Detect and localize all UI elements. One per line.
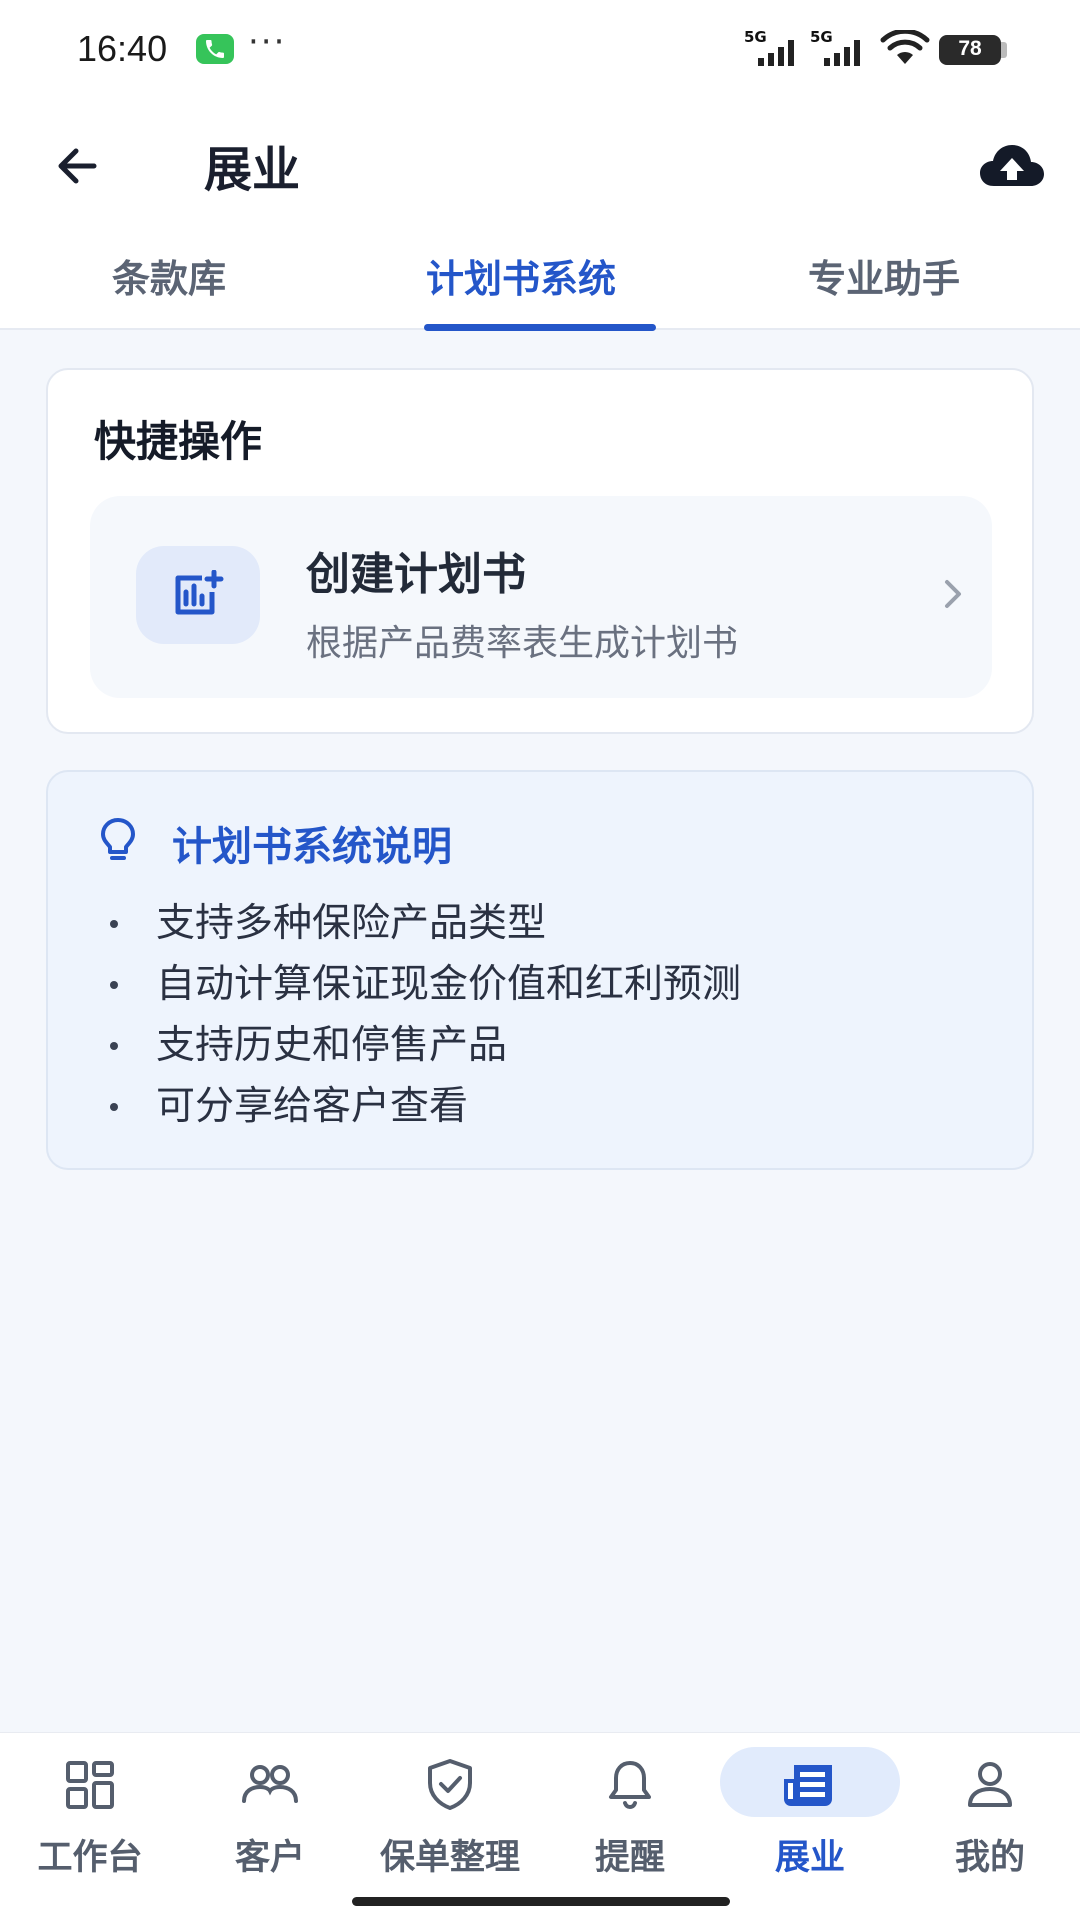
newspaper-icon [784, 1765, 832, 1806]
cloud-upload-icon[interactable] [978, 136, 1046, 196]
tab-bar: 条款库 计划书系统 专业助手 [0, 230, 1080, 331]
nav-label: 客户 [234, 1838, 305, 1878]
battery-level: 78 [958, 37, 982, 60]
battery-tip [1001, 42, 1007, 58]
info-list-item: 支持多种保险产品类型 [106, 900, 741, 961]
create-proposal-subtitle: 根据产品费率表生成计划书 [306, 623, 739, 664]
battery-icon: 78 [939, 35, 1001, 65]
proposal-system-info-card: 计划书系统说明 支持多种保险产品类型 自动计算保证现金价值和红利预测 支持历史和… [46, 770, 1034, 1170]
bell-icon [609, 1761, 651, 1810]
bottom-navigation: 工作台 客户 保单整理 提醒 展业 我的 [0, 1732, 1080, 1920]
wifi-icon [880, 30, 930, 64]
status-more-dots: ··· [248, 22, 287, 62]
create-proposal-button[interactable]: 创建计划书 根据产品费率表生成计划书 [90, 496, 992, 698]
nav-item-mine[interactable]: 我的 [900, 1733, 1080, 1893]
nav-item-customers[interactable]: 客户 [180, 1733, 360, 1893]
dashboard-icon [66, 1761, 114, 1809]
screen: 16:40 ··· 5G 5G 78 展业 条款库 计划书系统 专业助手 快捷操… [0, 0, 1080, 1920]
nav-item-reminders[interactable]: 提醒 [540, 1733, 720, 1893]
lightbulb-icon [101, 818, 135, 860]
tab-proposal-system[interactable]: 计划书系统 [426, 248, 616, 303]
shield-check-icon [428, 1759, 472, 1810]
nav-label: 提醒 [594, 1838, 665, 1878]
nav-label: 工作台 [37, 1838, 143, 1878]
status-time: 16:40 [77, 28, 168, 69]
chevron-right-icon [945, 580, 961, 608]
page-title: 展业 [204, 142, 301, 198]
phone-call-icon [196, 34, 234, 64]
nav-label: 我的 [954, 1838, 1025, 1878]
tab-clause-library[interactable]: 条款库 [112, 248, 226, 303]
nav-label: 保单整理 [379, 1838, 520, 1878]
nav-item-workbench[interactable]: 工作台 [0, 1733, 180, 1893]
nav-item-business[interactable]: 展业 [720, 1733, 900, 1893]
app-header: 展业 条款库 计划书系统 专业助手 [0, 100, 1080, 331]
quick-actions-title: 快捷操作 [94, 417, 263, 466]
add-chart-icon [136, 546, 260, 644]
person-icon [968, 1762, 1012, 1807]
nav-label: 展业 [774, 1838, 845, 1878]
home-indicator[interactable] [352, 1897, 730, 1906]
info-list-item: 可分享给客户查看 [106, 1083, 741, 1144]
status-bar: 16:40 ··· 5G 5G 78 [0, 0, 1080, 100]
nav-item-policy-organize[interactable]: 保单整理 [360, 1733, 540, 1893]
users-icon [242, 1765, 298, 1803]
create-proposal-title: 创建计划书 [306, 549, 526, 600]
tab-professional-assistant[interactable]: 专业助手 [808, 248, 960, 303]
info-list: 支持多种保险产品类型 自动计算保证现金价值和红利预测 支持历史和停售产品 可分享… [106, 900, 741, 1144]
active-tab-indicator [424, 324, 656, 331]
arrow-left-icon[interactable] [48, 136, 108, 196]
quick-actions-card: 快捷操作 创建计划书 根据产品费率表生成计划书 [46, 368, 1034, 734]
info-list-item: 自动计算保证现金价值和红利预测 [106, 961, 741, 1022]
info-title: 计划书系统说明 [172, 824, 452, 870]
info-list-item: 支持历史和停售产品 [106, 1022, 741, 1083]
